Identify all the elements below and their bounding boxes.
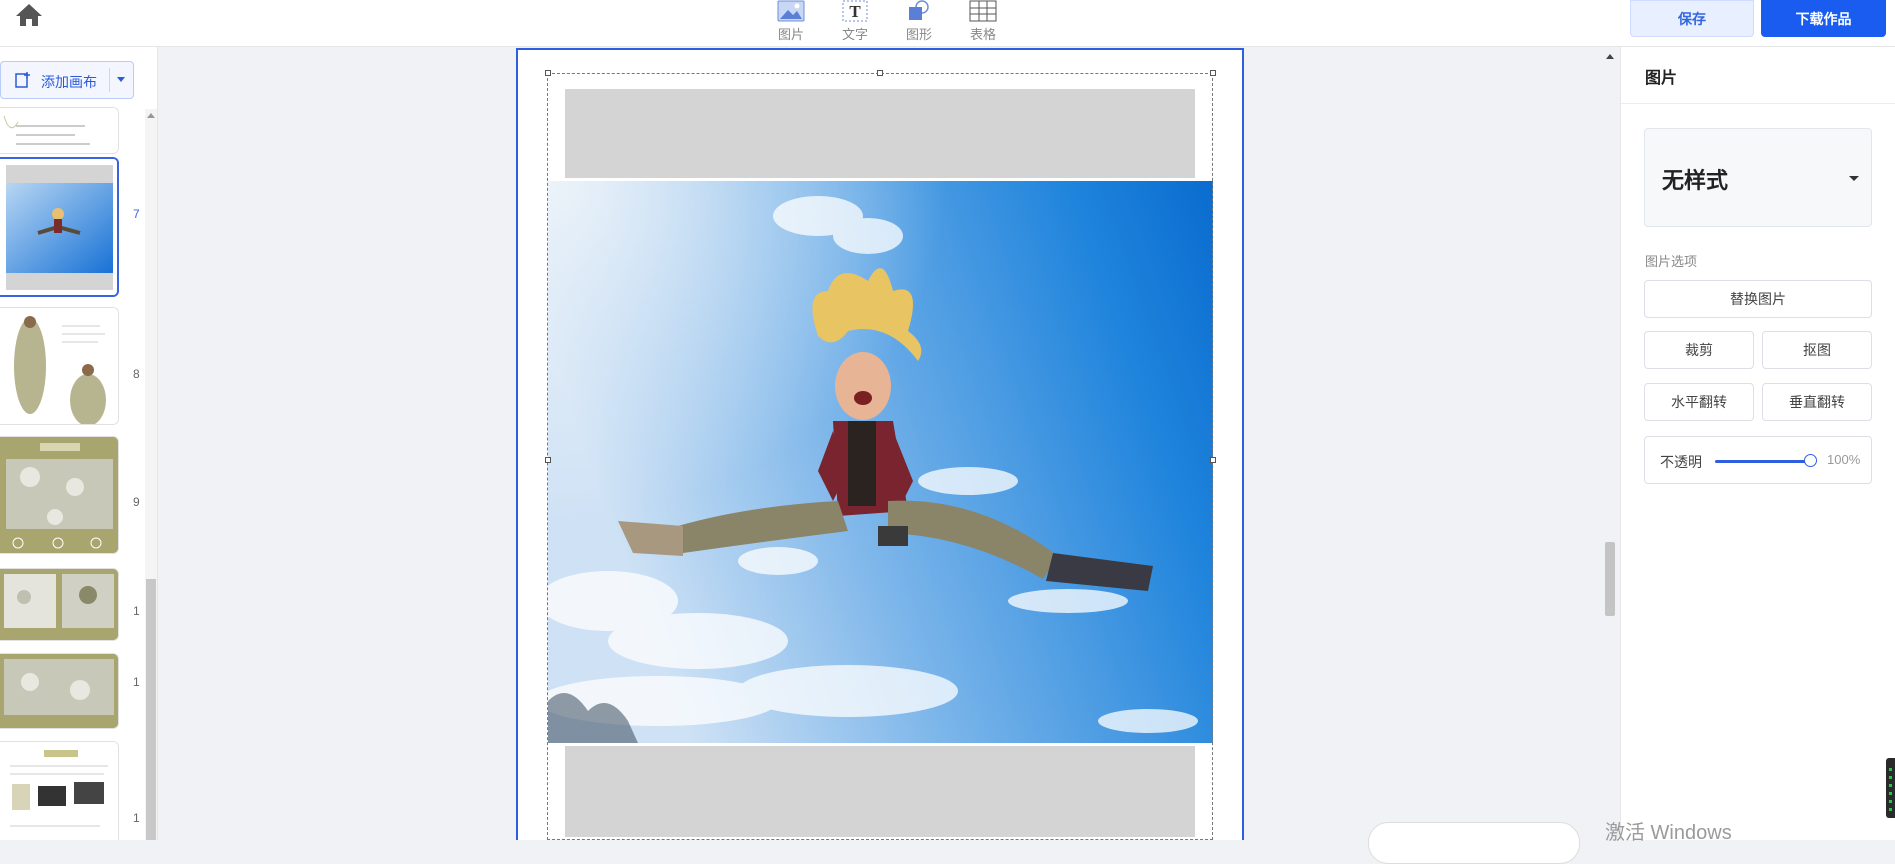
resize-handle[interactable] <box>1210 70 1216 76</box>
canvas-scrollbar[interactable] <box>1603 48 1617 840</box>
tool-shape-label: 图形 <box>905 27 932 42</box>
properties-panel: 图片 无样式 图片选项 替换图片 裁剪 抠图 水平翻转 垂直翻转 不透明 100… <box>1620 47 1895 840</box>
scrollbar-thumb[interactable] <box>1605 542 1615 616</box>
divider <box>1621 103 1895 104</box>
tool-text[interactable]: T 文字 <box>834 0 876 43</box>
text-icon: T <box>842 0 868 22</box>
placeholder-block[interactable] <box>562 743 1198 840</box>
page-number: 7 <box>133 207 140 221</box>
placeholder-block[interactable] <box>562 86 1198 181</box>
opacity-slider-track[interactable] <box>1715 460 1811 463</box>
resize-handle[interactable] <box>877 70 883 76</box>
page-thumbnail-selected[interactable] <box>0 157 119 297</box>
page-number: 1 <box>133 604 140 618</box>
resize-handle[interactable] <box>545 457 551 463</box>
save-button[interactable]: 保存 <box>1630 0 1754 37</box>
tool-shape[interactable]: 图形 <box>898 0 940 43</box>
page-thumbnail[interactable] <box>0 741 119 840</box>
os-activation-watermark: 激活 Windows <box>1605 822 1732 844</box>
flip-horizontal-button[interactable]: 水平翻转 <box>1644 383 1754 421</box>
panel-title: 图片 <box>1645 70 1678 87</box>
page-sidebar: 添加画布 7 8 9 1 1 1 <box>0 47 158 840</box>
opacity-label: 不透明 <box>1660 454 1702 470</box>
page-thumbnail[interactable] <box>0 436 119 554</box>
flip-vertical-button[interactable]: 垂直翻转 <box>1762 383 1872 421</box>
home-icon[interactable] <box>14 2 44 28</box>
divider <box>109 68 110 92</box>
insert-tools: 图片 T 文字 图形 表格 <box>770 0 1004 43</box>
add-canvas-label: 添加画布 <box>41 74 97 90</box>
tool-image[interactable]: 图片 <box>770 0 812 43</box>
page-number: 1 <box>133 811 140 825</box>
style-select[interactable]: 无样式 <box>1644 128 1872 227</box>
page-number: 8 <box>133 367 140 381</box>
add-canvas-button[interactable]: 添加画布 <box>0 61 134 99</box>
page-thumbnail[interactable] <box>0 307 119 425</box>
section-label: 图片选项 <box>1645 254 1698 269</box>
tool-text-label: 文字 <box>841 27 868 42</box>
scroll-up-icon[interactable] <box>1606 54 1614 59</box>
tool-image-label: 图片 <box>777 27 804 42</box>
scroll-up-icon[interactable] <box>147 113 155 118</box>
image-icon <box>777 0 805 22</box>
crop-button[interactable]: 裁剪 <box>1644 331 1754 369</box>
cutout-button[interactable]: 抠图 <box>1762 331 1872 369</box>
chevron-down-icon <box>1849 176 1859 181</box>
page-thumbnail-list: 7 8 9 1 1 1 <box>0 107 145 840</box>
resize-handle[interactable] <box>545 70 551 76</box>
page-thumbnail[interactable] <box>0 568 119 641</box>
svg-text:T: T <box>849 2 861 21</box>
page-number: 1 <box>133 675 140 689</box>
download-button[interactable]: 下载作品 <box>1761 0 1886 37</box>
chevron-down-icon[interactable] <box>117 77 125 82</box>
shape-icon <box>909 0 929 20</box>
table-icon <box>969 0 997 22</box>
selected-photo[interactable] <box>548 181 1213 743</box>
page-thumbnail[interactable] <box>0 107 119 154</box>
system-tray-widget[interactable] <box>1886 758 1895 818</box>
opacity-slider-handle[interactable] <box>1804 454 1817 467</box>
tool-table[interactable]: 表格 <box>962 0 1004 43</box>
scrollbar-thumb[interactable] <box>146 579 156 840</box>
add-page-icon <box>15 72 30 88</box>
resize-handle[interactable] <box>1210 457 1216 463</box>
page-number: 9 <box>133 495 140 509</box>
page-thumbnail[interactable] <box>0 653 119 729</box>
sidebar-scrollbar[interactable] <box>145 109 157 840</box>
tool-table-label: 表格 <box>969 27 996 42</box>
replace-image-button[interactable]: 替换图片 <box>1644 280 1872 318</box>
zoom-control[interactable] <box>1368 822 1580 864</box>
opacity-control: 不透明 100% <box>1644 436 1872 484</box>
opacity-value: 100% <box>1827 452 1861 467</box>
top-toolbar: 图片 T 文字 图形 表格 保存 下载作品 <box>0 0 1895 47</box>
style-value: 无样式 <box>1662 168 1729 193</box>
